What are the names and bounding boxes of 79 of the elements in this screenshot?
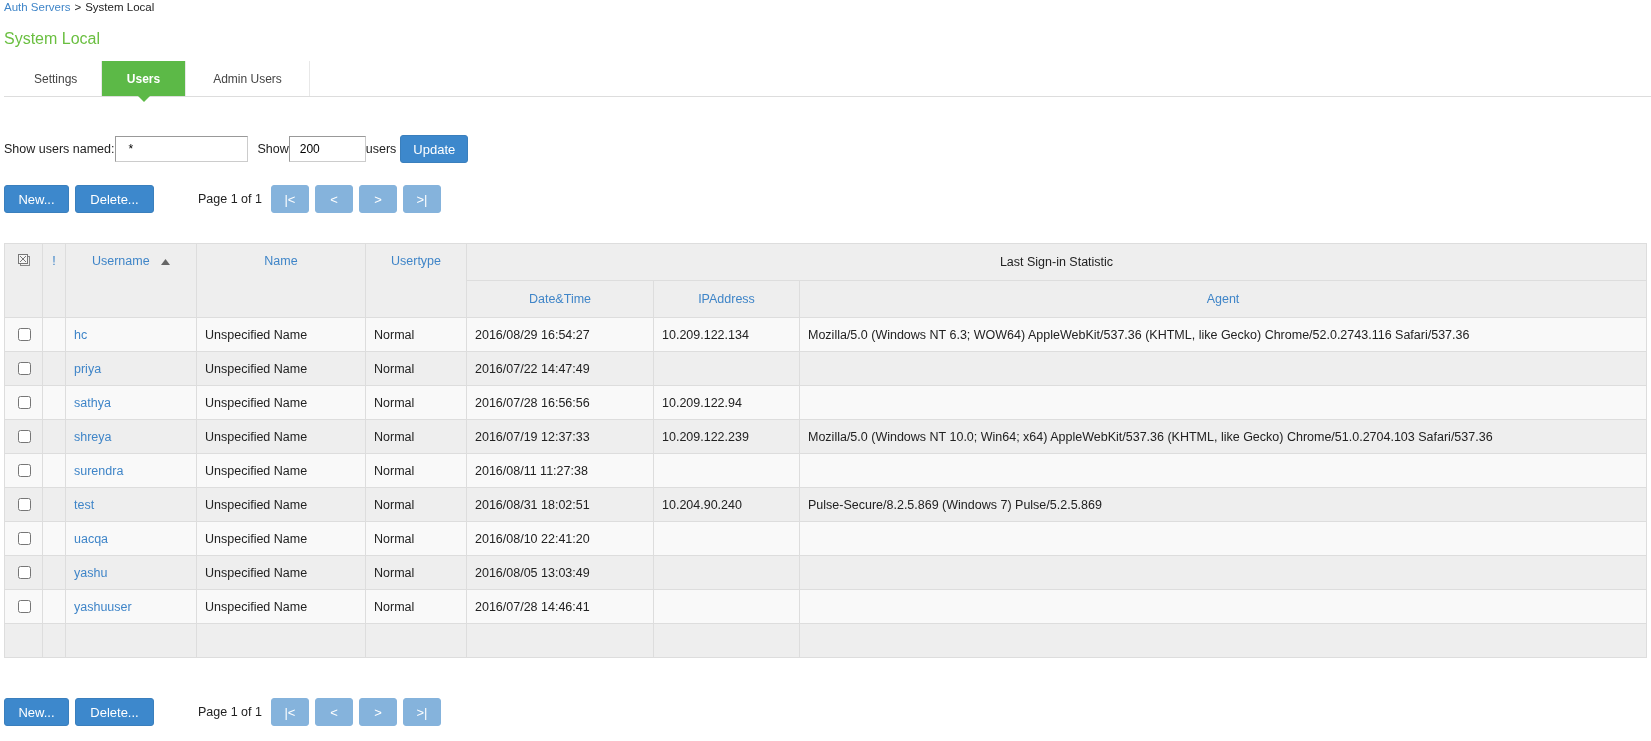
table-cell: Normal <box>374 497 415 512</box>
row-checkbox[interactable] <box>17 328 31 341</box>
table-cell: 10.209.122.239 <box>662 429 749 444</box>
table-cell: 10.209.122.134 <box>662 327 749 342</box>
username-link[interactable]: shreya <box>74 429 112 444</box>
row-checkbox[interactable] <box>17 566 31 579</box>
table-cell: Unspecified Name <box>205 565 308 580</box>
table-cell: Mozilla/5.0 (Windows NT 10.0; Win64; x64) AppleWebKit/537.36 (KHTML, like Gecko) Chrome/51.0.2704.103 Safari/537.36 <box>808 429 1493 444</box>
username-link[interactable]: sathya <box>74 395 111 410</box>
page-indicator: Page 1 of 1 <box>198 192 262 206</box>
table-cell: Unspecified Name <box>205 395 308 410</box>
breadcrumb-link[interactable]: Auth Servers <box>4 1 71 17</box>
column-header[interactable]: IPAddress <box>653 280 800 318</box>
users-label: users <box>365 142 397 156</box>
table-cell: 2016/07/22 14:47:49 <box>475 361 590 376</box>
table-cell: Unspecified Name <box>205 531 308 546</box>
row-checkbox[interactable] <box>17 396 31 409</box>
column-header[interactable]: Username <box>65 243 197 318</box>
table-cell: 10.209.122.94 <box>662 395 742 410</box>
row-checkbox[interactable] <box>17 498 31 511</box>
username-link[interactable]: surendra <box>74 463 124 478</box>
breadcrumb-current: System Local <box>85 1 155 15</box>
update-button[interactable]: Update <box>400 135 469 163</box>
username-link[interactable]: priya <box>74 361 102 376</box>
name-filter-field[interactable]: * <box>115 136 249 162</box>
table-cell: Normal <box>374 565 415 580</box>
row-checkbox[interactable] <box>17 362 31 375</box>
table-cell: Unspecified Name <box>205 599 308 614</box>
table-cell: Unspecified Name <box>205 361 308 376</box>
table-cell: Normal <box>374 463 415 478</box>
table-cell: Normal <box>374 395 415 410</box>
page-title: System Local <box>4 30 102 48</box>
table-cell: 2016/08/11 11:27:38 <box>475 463 588 478</box>
filter-label: Show users named: <box>4 142 115 156</box>
table-cell: 2016/08/29 16:54:27 <box>475 327 590 342</box>
tab[interactable]: Users <box>102 61 186 96</box>
table-cell: Normal <box>374 429 415 444</box>
breadcrumb-separator: > <box>74 1 82 15</box>
column-header[interactable]: Usertype <box>365 243 467 318</box>
row-checkbox[interactable] <box>17 464 31 477</box>
table-cell: Unspecified Name <box>205 429 308 444</box>
table-cell: 2016/08/05 13:03:49 <box>475 565 590 580</box>
table-cell: 10.204.90.240 <box>662 497 742 512</box>
table-cell: Normal <box>374 531 415 546</box>
table-cell: Normal <box>374 327 415 342</box>
table-cell: Unspecified Name <box>205 327 308 342</box>
username-link[interactable]: hc <box>74 327 88 342</box>
page-indicator: Page 1 of 1 <box>198 705 262 719</box>
row-checkbox[interactable] <box>17 532 31 545</box>
table-cell: 2016/08/10 22:41:20 <box>475 531 590 546</box>
action-button[interactable]: Delete... <box>75 185 154 213</box>
action-button[interactable]: New... <box>4 185 69 213</box>
select-all-icon[interactable] <box>17 254 30 266</box>
count-field[interactable]: 200 <box>288 136 366 162</box>
column-header[interactable]: Name <box>196 243 366 318</box>
row-checkbox[interactable] <box>17 430 31 443</box>
show-label: Show <box>257 142 289 156</box>
action-button[interactable]: Delete... <box>75 698 154 726</box>
tab-pointer-icon <box>138 96 150 102</box>
table-cell: Normal <box>374 361 415 376</box>
table-cell: Normal <box>374 599 415 614</box>
table-cell: 2016/08/31 18:02:51 <box>475 497 590 512</box>
column-header[interactable]: Date&Time <box>466 280 654 318</box>
column-group-header: Last Sign-in Statistic <box>466 243 1647 281</box>
table-cell: 2016/07/28 14:46:41 <box>475 599 590 614</box>
table-cell: Unspecified Name <box>205 497 308 512</box>
table-cell: Unspecified Name <box>205 463 308 478</box>
column-header[interactable]: ! <box>42 243 66 318</box>
username-link[interactable]: test <box>74 497 95 512</box>
row-checkbox[interactable] <box>17 600 31 613</box>
table-cell: Mozilla/5.0 (Windows NT 6.3; WOW64) AppleWebKit/537.36 (KHTML, like Gecko) Chrome/52.0.2743.116 Safari/537.36 <box>808 327 1470 342</box>
table-cell: 2016/07/19 12:37:33 <box>475 429 590 444</box>
username-link[interactable]: yashuuser <box>74 599 132 614</box>
table-cell: Pulse-Secure/8.2.5.869 (Windows 7) Pulse/5.2.5.869 <box>808 497 1102 512</box>
username-link[interactable]: uacqa <box>74 531 109 546</box>
column-header[interactable]: Agent <box>799 280 1647 318</box>
table-cell: 2016/07/28 16:56:56 <box>475 395 590 410</box>
username-link[interactable]: yashu <box>74 565 108 580</box>
action-button[interactable]: New... <box>4 698 69 726</box>
